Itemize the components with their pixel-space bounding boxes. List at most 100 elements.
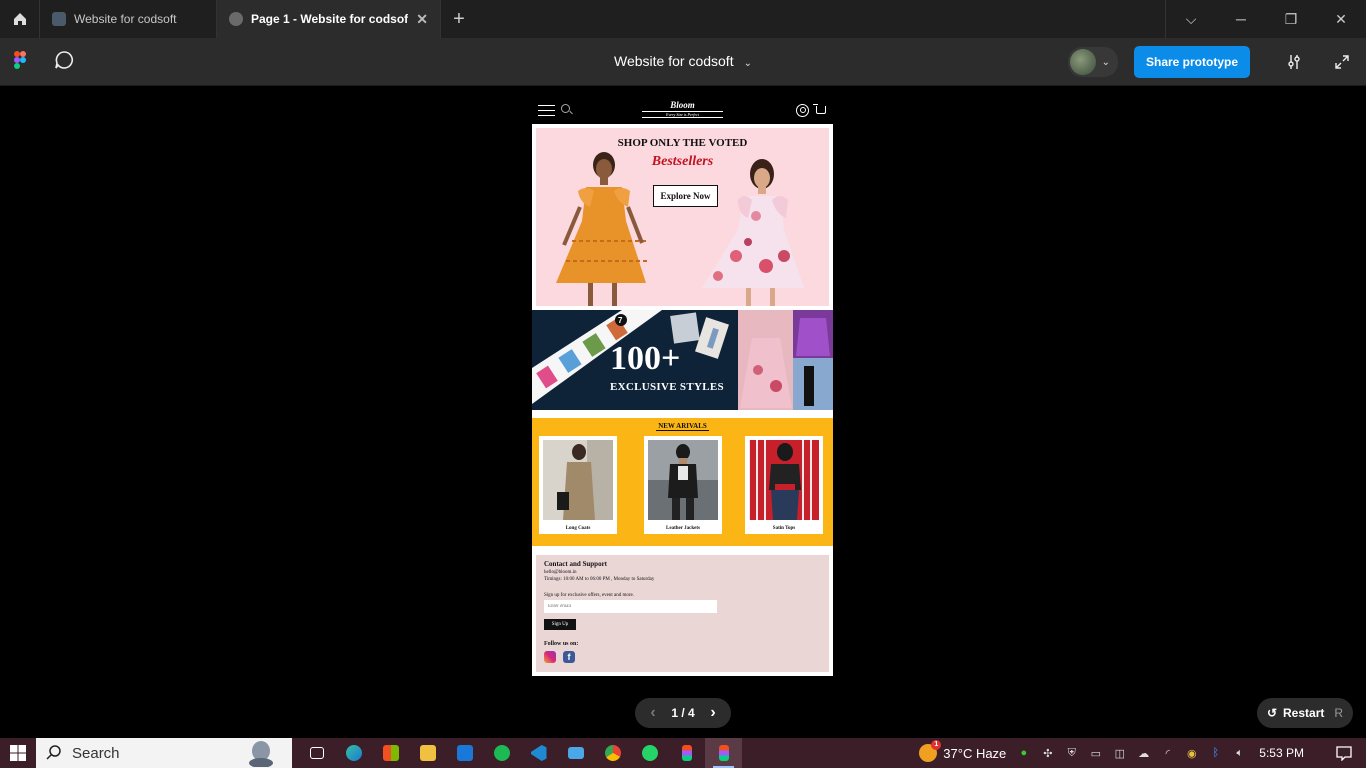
security-icon[interactable]: ● [1016,746,1031,760]
cloud-icon[interactable]: ☁ [1136,746,1151,760]
spotify-button[interactable] [483,738,520,768]
chevron-down-icon[interactable]: ⌵ [1166,0,1216,38]
home-button[interactable] [0,0,40,38]
weather-widget[interactable]: 1 37°C Haze [919,740,1007,762]
svg-text:7: 7 [618,316,623,325]
hero-headline: SHOP ONLY THE VOTED [617,137,748,149]
weather-icon: 1 [919,740,942,762]
maximize-button[interactable]: ❐ [1266,0,1316,38]
remote-desktop-button[interactable] [557,738,594,768]
system-tray: 1 37°C Haze ● ✣ ⛨ ▭ ◫ ☁ ◜ ◉ ᛒ 🔈︎ 5:53 PM [919,738,1366,768]
user-icon[interactable] [796,104,809,117]
weather-badge: 1 [931,740,942,750]
chrome-icon [604,745,621,761]
taskbar-search[interactable]: Search [36,738,292,768]
windows-icon [10,745,26,761]
battery-icon[interactable]: ▭ [1088,746,1103,760]
figma-tray-icon[interactable]: ✣ [1040,746,1055,760]
model-floral-dress-image [702,159,804,306]
contact-title: Contact and Support [544,560,608,568]
shield-icon[interactable]: ⛨ [1064,746,1079,760]
hero-banner: SHOP ONLY THE VOTED Bestsellers Explore … [536,128,829,306]
tab-website-for-codsoft[interactable]: Website for codsoft [40,0,217,38]
fullscreen-button[interactable] [1318,54,1366,70]
share-prototype-button[interactable]: Share prototype [1133,46,1250,78]
model-orange-dress-image [556,152,648,306]
file-title-text: Website for codsoft [614,53,734,69]
file-explorer-button[interactable] [409,738,446,768]
search-highlight-icon [249,741,273,767]
brand-logo[interactable]: Bloom Every Size is Perfect [632,100,733,118]
notifications-button[interactable] [1322,745,1366,761]
figma-active-button[interactable] [705,738,742,768]
menu-icon[interactable] [538,105,555,116]
mail-button[interactable] [446,738,483,768]
prototype-canvas: Bloom Every Size is Perfect SHOP ONLY TH… [0,87,1366,738]
new-tab-button[interactable]: + [441,0,477,38]
close-window-button[interactable]: ✕ [1316,0,1366,38]
settings-button[interactable] [1270,54,1318,70]
task-view-icon [309,747,324,759]
promo-count: 100+ [610,340,681,377]
satin-top-image [749,440,819,520]
figma-desktop-button[interactable] [668,738,705,768]
tray-icons: ● ✣ ⛨ ▭ ◫ ☁ ◜ ◉ ᛒ 🔈︎ [1016,746,1247,760]
edge-icon [345,745,362,761]
previous-page-button[interactable]: ‹ [643,704,663,722]
windows-taskbar: Search 1 37°C Haze ● ✣ ⛨ ▭ ◫ ☁ ◜ ◉ ᛒ 🔈︎ … [0,738,1366,768]
sliders-icon [1288,55,1300,69]
contact-email[interactable]: hello@bloom.in [544,570,577,575]
whatsapp-icon [641,745,658,761]
close-tab-icon[interactable]: ✕ [416,11,428,28]
product-label: Leather Jackets [666,526,700,531]
avatar [1069,49,1096,75]
window-controls: ⌵ ─ ❐ ✕ [1165,0,1366,38]
contact-hours: Timings: 10:00 AM to 06:00 PM , Monday t… [544,577,655,582]
new-arrivals-section: NEW ARIVALS Long Coats Leather Jackets S… [532,418,833,546]
taskbar-apps [298,738,742,768]
next-page-button[interactable]: › [703,704,723,722]
home-icon [13,13,26,25]
product-label: Long Coats [565,526,591,531]
instagram-icon[interactable] [544,651,556,663]
hero-script-text: Bestsellers [651,154,714,169]
app-tray-icon[interactable]: ◉ [1184,746,1199,760]
product-card-satin-tops[interactable]: Satin Tops [745,436,823,534]
start-button[interactable] [0,738,36,768]
notification-icon [1336,745,1352,761]
weather-text: 37°C Haze [943,745,1007,761]
email-field[interactable] [544,600,717,613]
facebook-icon[interactable]: f [563,651,575,663]
promo-subtitle: EXCLUSIVE STYLES [610,381,724,393]
vscode-button[interactable] [520,738,557,768]
play-icon [229,12,243,26]
task-view-button[interactable] [298,738,335,768]
chrome-button[interactable] [594,738,631,768]
whatsapp-button[interactable] [631,738,668,768]
wifi-icon[interactable]: ◜ [1160,746,1175,760]
product-card-leather-jackets[interactable]: Leather Jackets [644,436,722,534]
sign-up-button[interactable]: Sign Up [544,619,576,630]
store-button[interactable] [372,738,409,768]
cart-icon[interactable] [813,104,826,114]
long-coat-image [543,440,613,520]
vscode-icon [530,745,547,761]
chevron-down-icon: ⌄ [743,58,752,69]
explore-now-button[interactable]: Explore Now [653,185,718,207]
search-icon[interactable] [561,104,570,113]
restart-button[interactable]: ↺ Restart R [1257,698,1353,728]
new-arrivals-title-text: NEW ARIVALS [656,422,709,431]
camera-icon[interactable]: ◫ [1112,746,1127,760]
product-card-long-coats[interactable]: Long Coats [539,436,617,534]
tab-page-1[interactable]: Page 1 - Website for codsoft ✕ [217,0,441,38]
clock[interactable]: 5:53 PM [1259,746,1304,760]
minimize-button[interactable]: ─ [1216,0,1266,38]
bluetooth-icon[interactable]: ᛒ [1208,746,1223,760]
edge-button[interactable] [335,738,372,768]
figma-icon [681,745,692,761]
promo-banner[interactable]: 7 100+ EXCLUSIVE STYLES [532,310,833,410]
user-menu[interactable]: ⌄ [1067,47,1118,77]
monitor-icon [567,747,584,759]
chevron-down-icon: ⌄ [1101,56,1110,68]
volume-icon[interactable]: 🔈︎ [1232,746,1247,760]
